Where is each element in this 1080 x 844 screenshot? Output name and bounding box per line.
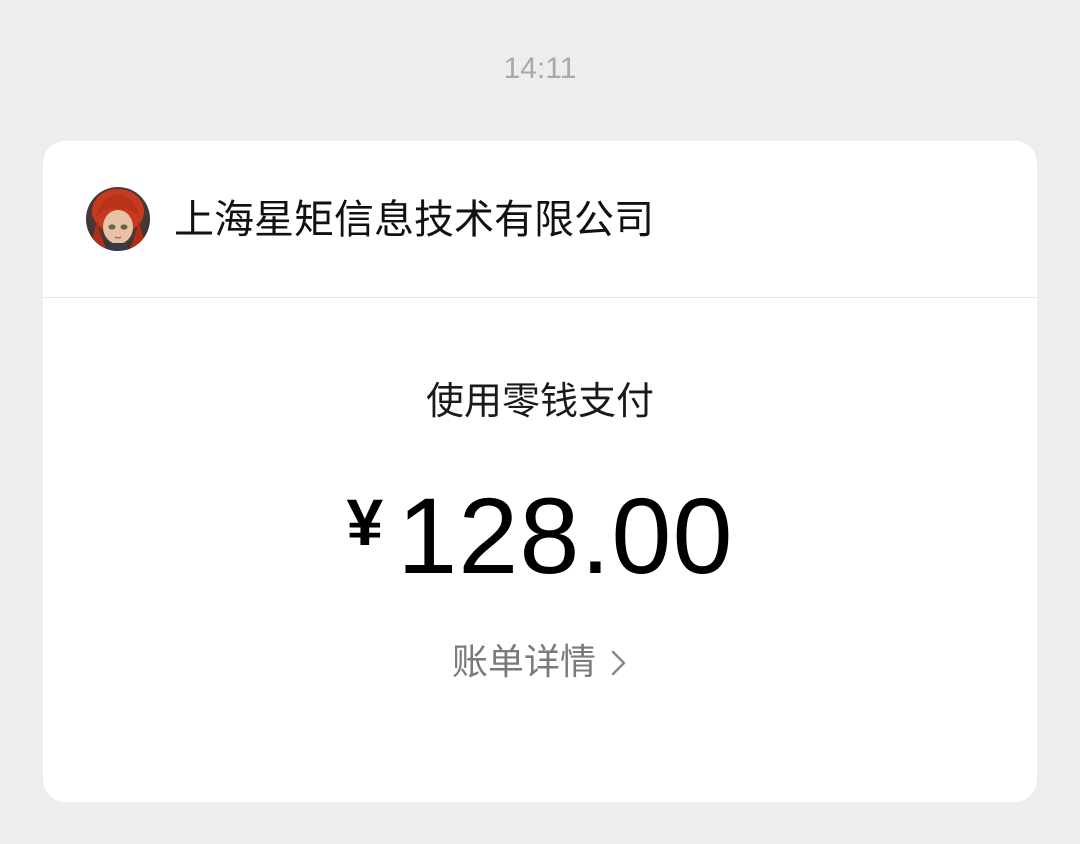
currency-symbol: ¥ xyxy=(346,485,384,559)
merchant-header[interactable]: 上海星矩信息技术有限公司 xyxy=(43,141,1037,298)
payment-method-label: 使用零钱支付 xyxy=(425,379,654,423)
payment-card[interactable]: 上海星矩信息技术有限公司 使用零钱支付 ¥128.00 账单详情 xyxy=(43,141,1037,802)
amount-value: 128.00 xyxy=(397,475,734,596)
avatar-image xyxy=(86,187,150,251)
bill-details-label: 账单详情 xyxy=(451,642,596,683)
payment-amount: ¥128.00 xyxy=(43,471,1037,601)
bill-details-button[interactable]: 账单详情 xyxy=(452,641,628,685)
message-timestamp: 14:11 xyxy=(503,52,577,85)
merchant-avatar[interactable] xyxy=(86,187,150,251)
bill-details-link[interactable]: 账单详情 xyxy=(43,641,1037,685)
merchant-name[interactable]: 上海星矩信息技术有限公司 xyxy=(174,196,654,244)
chevron-right-icon xyxy=(611,650,626,676)
